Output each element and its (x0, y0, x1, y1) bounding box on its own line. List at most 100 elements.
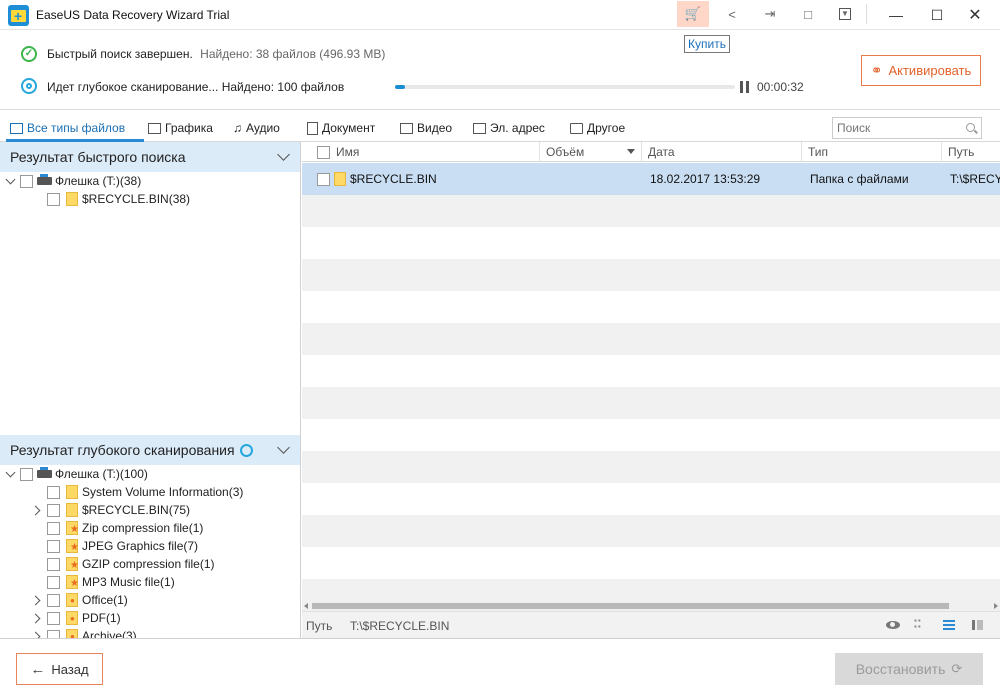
chevron-down-icon[interactable] (277, 441, 290, 454)
tree-checkbox[interactable] (47, 539, 60, 553)
tab-audio[interactable]: ♫ Аудио (233, 117, 280, 139)
column-name[interactable]: Имя (302, 142, 540, 162)
grid-view-icon[interactable] (914, 616, 928, 632)
tab-graphics[interactable]: Графика (148, 117, 213, 139)
tree-checkbox[interactable] (47, 521, 60, 535)
tab-document[interactable]: Документ (307, 117, 375, 139)
tree-item[interactable]: Archive(3) (33, 627, 137, 638)
table-row[interactable] (302, 451, 1000, 483)
table-row[interactable] (302, 387, 1000, 419)
chevron-down-icon[interactable] (6, 176, 16, 186)
chevron-down-icon[interactable] (6, 469, 16, 479)
column-size[interactable]: Объём (540, 142, 642, 162)
select-all-checkbox[interactable] (317, 145, 330, 159)
tree-checkbox[interactable] (47, 575, 60, 589)
tab-email[interactable]: Эл. адрес (473, 117, 545, 139)
tree-item[interactable]: JPEG Graphics file(7) (33, 537, 198, 555)
tree-checkbox[interactable] (47, 629, 60, 638)
column-type[interactable]: Тип (802, 142, 942, 162)
deep-scan-header[interactable]: Результат глубокого сканирования (0, 435, 300, 465)
table-row[interactable] (302, 291, 1000, 323)
table-row[interactable] (302, 515, 1000, 547)
file-type-icon (66, 539, 79, 553)
tree-checkbox[interactable] (47, 485, 60, 499)
detail-view-icon[interactable] (970, 618, 984, 632)
tree-checkbox[interactable] (20, 467, 33, 481)
table-row[interactable] (302, 195, 1000, 227)
search-icon[interactable] (966, 123, 975, 132)
scan-status-area: ✓ Быстрый поиск завершен. Найдено: 38 фа… (0, 30, 1000, 110)
search-input[interactable] (833, 118, 953, 138)
table-row[interactable] (302, 323, 1000, 355)
usb-drive-icon (37, 467, 52, 478)
tree-item[interactable]: System Volume Information(3) (33, 483, 243, 501)
tree-checkbox[interactable] (47, 611, 60, 625)
quick-search-header[interactable]: Результат быстрого поиска (0, 142, 300, 172)
recover-button[interactable]: Восстановить ⟳ (835, 653, 983, 685)
column-date[interactable]: Дата (642, 142, 802, 162)
share-icon[interactable]: < (716, 1, 748, 27)
tab-video[interactable]: Видео (400, 117, 452, 139)
export-icon[interactable]: ⇥ (754, 1, 786, 27)
menu-icon[interactable]: ▼ (829, 1, 861, 27)
tree-checkbox[interactable] (47, 192, 60, 206)
quick-search-status: Быстрый поиск завершен. Найдено: 38 файл… (47, 47, 385, 61)
chevron-right-icon[interactable] (33, 505, 43, 515)
table-row[interactable] (302, 227, 1000, 259)
table-row[interactable] (302, 483, 1000, 515)
close-button[interactable]: ✕ (955, 0, 995, 30)
chevron-right-icon[interactable] (33, 595, 43, 605)
pause-icon[interactable] (740, 81, 750, 93)
table-row[interactable]: $RECYCLE.BIN 18.02.2017 13:53:29 Папка с ф… (302, 163, 1000, 195)
tree-checkbox[interactable] (20, 174, 33, 188)
list-view-icon[interactable] (942, 618, 956, 632)
video-icon (400, 122, 413, 134)
tree-item[interactable]: GZIP compression file(1) (33, 555, 215, 573)
tree-item[interactable]: PDF(1) (33, 609, 121, 627)
tree-item[interactable]: Office(1) (33, 591, 128, 609)
quick-search-found-text: Найдено: 38 файлов (496.93 MB) (200, 47, 386, 61)
preview-eye-icon[interactable] (886, 618, 900, 632)
footer: ← Назад Восстановить ⟳ (0, 638, 1000, 700)
tree-checkbox[interactable] (47, 503, 60, 517)
column-path[interactable]: Путь (942, 142, 1000, 162)
deep-scan-header-label: Результат глубокого сканирования (10, 442, 235, 458)
cell-text: $RECYCLE.BIN (350, 172, 437, 186)
cell-text: 18.02.2017 13:53:29 (650, 172, 761, 186)
tree-checkbox[interactable] (47, 593, 60, 607)
scroll-right-icon[interactable] (994, 603, 998, 609)
column-type-label: Тип (808, 145, 829, 159)
table-row[interactable] (302, 355, 1000, 387)
tab-all-file-types[interactable]: Все типы файлов (10, 117, 125, 139)
tree-item[interactable]: Zip compression file(1) (33, 519, 203, 537)
row-checkbox[interactable] (317, 172, 330, 186)
chevron-right-icon[interactable] (33, 631, 43, 638)
table-row[interactable] (302, 419, 1000, 451)
table-row[interactable] (302, 259, 1000, 291)
scroll-left-icon[interactable] (304, 603, 308, 609)
cart-icon[interactable]: 🛒 (677, 1, 709, 27)
chevron-right-icon[interactable] (33, 613, 43, 623)
table-row[interactable] (302, 547, 1000, 579)
chat-icon[interactable]: □ (792, 1, 824, 27)
maximize-button[interactable]: ☐ (917, 0, 957, 30)
chevron-down-icon[interactable] (277, 148, 290, 161)
cell-path: T:\$RECYCLE.BIN (942, 163, 1000, 195)
tree-item[interactable]: Флешка (T:)(100) (6, 465, 148, 483)
activate-button[interactable]: ⚭ Активировать (861, 55, 981, 86)
tab-other[interactable]: Другое (570, 117, 625, 139)
minimize-button[interactable]: — (876, 0, 916, 30)
scrollbar-thumb[interactable] (312, 603, 949, 609)
tree-checkbox[interactable] (47, 557, 60, 571)
tree-item[interactable]: Флешка (T:)(38) (6, 172, 141, 190)
tree-item[interactable]: $RECYCLE.BIN(38) (33, 190, 190, 208)
search-box[interactable] (832, 117, 982, 139)
cell-date: 18.02.2017 13:53:29 (642, 163, 802, 195)
tree-item[interactable]: MP3 Music file(1) (33, 573, 175, 591)
horizontal-scrollbar[interactable] (302, 601, 1000, 611)
back-button[interactable]: ← Назад (16, 653, 103, 685)
sort-arrow-icon (627, 149, 635, 154)
tree-item[interactable]: $RECYCLE.BIN(75) (33, 501, 190, 519)
